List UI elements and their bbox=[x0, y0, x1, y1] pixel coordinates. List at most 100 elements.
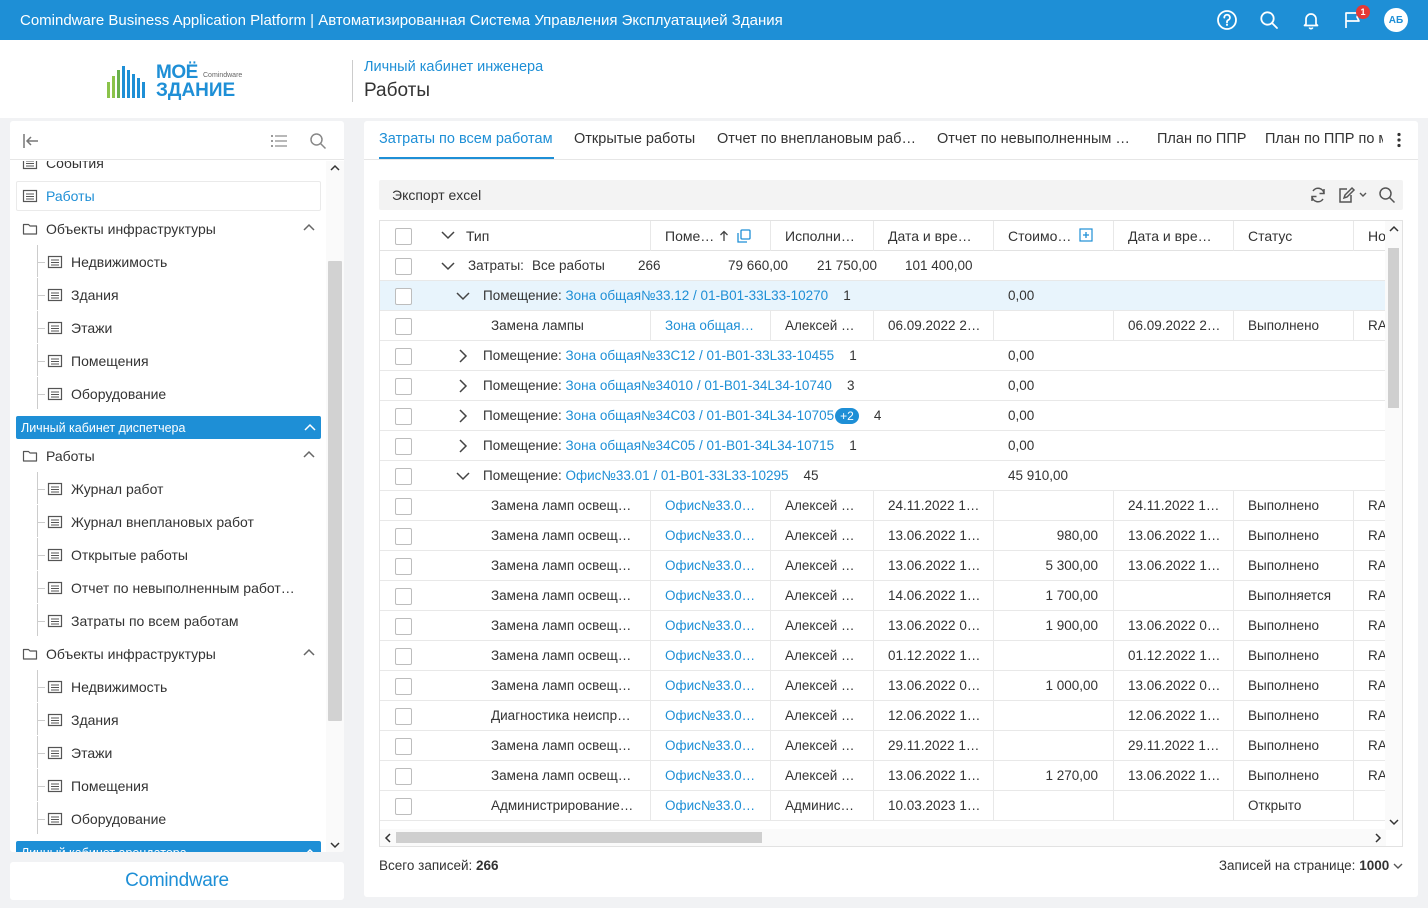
chevron-up-icon[interactable] bbox=[304, 423, 316, 431]
group-row[interactable]: Помещение: Зона общая№34010 / 01-B01-34L… bbox=[380, 371, 1386, 401]
row-checkbox[interactable] bbox=[395, 768, 412, 785]
sidebar-item[interactable]: Работы bbox=[16, 441, 321, 471]
table-row[interactable]: Замена ламп освещ… Офис№33.0… Алексей … 01.… bbox=[380, 641, 1387, 671]
cell-room[interactable]: Офис№33.0… bbox=[650, 551, 770, 581]
chevron-down-icon[interactable] bbox=[441, 262, 455, 271]
table-row[interactable]: Замена ламп освещ… Офис№33.0… Алексей … 14.… bbox=[380, 581, 1387, 611]
row-checkbox[interactable] bbox=[395, 408, 412, 425]
row-checkbox[interactable] bbox=[395, 438, 412, 455]
col-type[interactable]: Тип bbox=[466, 221, 489, 251]
summary-row[interactable]: Затраты: Все работы 266 79 660,00 21 750… bbox=[380, 251, 1386, 281]
sidebar-item[interactable]: Помещения bbox=[16, 344, 321, 376]
edit-columns-icon[interactable] bbox=[1338, 186, 1370, 204]
collapse-all-icon[interactable] bbox=[441, 231, 455, 240]
col-date-start[interactable]: Дата и вре… bbox=[873, 221, 993, 251]
grid-vertical-scrollbar[interactable] bbox=[1385, 221, 1402, 830]
cell-room[interactable]: Офис№33.0… bbox=[650, 491, 770, 521]
bell-icon[interactable] bbox=[1290, 0, 1332, 40]
table-row[interactable]: Замена ламп освещ… Офис№33.0… Алексей … 24.… bbox=[380, 491, 1387, 521]
sidebar-item[interactable]: Объекты инфраструктуры bbox=[16, 639, 321, 669]
refresh-icon[interactable] bbox=[1309, 186, 1327, 204]
select-all-checkbox[interactable] bbox=[395, 228, 412, 245]
cell-room[interactable]: Офис№33.0… bbox=[650, 791, 770, 821]
row-checkbox[interactable] bbox=[395, 738, 412, 755]
group-row[interactable]: Помещение: Зона общая№33С12 / 01-B01-33L… bbox=[380, 341, 1386, 371]
row-checkbox[interactable] bbox=[395, 588, 412, 605]
chevron-down-icon[interactable] bbox=[1393, 863, 1403, 870]
grid-horizontal-scrollbar[interactable] bbox=[380, 829, 1386, 846]
sidebar-item[interactable]: Журнал внеплановых работ bbox=[16, 505, 321, 537]
grid-scroll-left-icon[interactable] bbox=[384, 833, 392, 843]
row-checkbox[interactable] bbox=[395, 558, 412, 575]
row-checkbox[interactable] bbox=[395, 798, 412, 815]
room-link[interactable]: Офис№33.01 / 01-B01-33L33-10295 bbox=[566, 468, 789, 483]
group-row[interactable]: Помещение: Офис№33.01 / 01-B01-33L33-102… bbox=[380, 461, 1386, 491]
chevron-up-icon[interactable] bbox=[303, 450, 315, 458]
row-checkbox[interactable] bbox=[395, 528, 412, 545]
sidebar-item[interactable]: Отчет по невыполненным работ… bbox=[16, 571, 321, 603]
table-row[interactable]: Администрирование… Офис№33.0… Админис… 10.0… bbox=[380, 791, 1386, 821]
page-size-selector[interactable]: Записей на странице: 1000 bbox=[1219, 858, 1403, 873]
row-checkbox[interactable] bbox=[395, 348, 412, 365]
room-link[interactable]: Зона общая№34010 / 01-B01-34L34-10740 bbox=[566, 378, 832, 393]
grid-scroll-down-icon[interactable] bbox=[1389, 818, 1399, 826]
table-row[interactable]: Замена ламп освещ… Офис№33.0… Алексей … 13.… bbox=[380, 761, 1387, 791]
table-row[interactable]: Замена ламп освещ… Офис№33.0… Алексей … 13.… bbox=[380, 671, 1387, 701]
row-checkbox[interactable] bbox=[395, 648, 412, 665]
sidebar-scrollbar[interactable] bbox=[326, 161, 344, 852]
sidebar-item[interactable]: Журнал работ bbox=[16, 472, 321, 504]
row-checkbox[interactable] bbox=[395, 708, 412, 725]
grid-scroll-right-icon[interactable] bbox=[1374, 833, 1382, 843]
chevron-up-icon[interactable] bbox=[303, 223, 315, 231]
copy-icon[interactable] bbox=[737, 229, 751, 243]
group-row[interactable]: Помещение: Зона общая№34С05 / 01-B01-34L… bbox=[380, 431, 1386, 461]
col-room[interactable]: Поме… bbox=[650, 221, 770, 251]
table-row[interactable]: Замена ламп освещ… Офис№33.0… Алексей … 13.… bbox=[380, 551, 1387, 581]
sidebar-item[interactable]: Недвижимость bbox=[16, 670, 321, 702]
cell-room[interactable]: Зона общая… bbox=[650, 311, 770, 341]
sidebar-item[interactable]: События bbox=[16, 161, 321, 178]
chevron-right-icon[interactable] bbox=[459, 409, 468, 423]
scroll-down-icon[interactable] bbox=[330, 841, 340, 849]
row-checkbox[interactable] bbox=[395, 678, 412, 695]
row-checkbox[interactable] bbox=[395, 468, 412, 485]
col-cost[interactable]: Стоимо… bbox=[993, 221, 1113, 251]
sidebar-section-header[interactable]: Личный кабинет арендатора bbox=[16, 841, 321, 852]
grid-scroll-up-icon[interactable] bbox=[1389, 225, 1399, 233]
sidebar-search-icon[interactable] bbox=[309, 132, 327, 150]
chevron-up-icon[interactable] bbox=[304, 848, 316, 852]
chevron-right-icon[interactable] bbox=[459, 439, 468, 453]
sidebar-item[interactable]: Работы bbox=[16, 181, 321, 211]
sidebar-item[interactable]: Помещения bbox=[16, 769, 321, 801]
row-checkbox[interactable] bbox=[395, 498, 412, 515]
grid-search-icon[interactable] bbox=[1378, 186, 1396, 204]
sidebar-item[interactable]: Здания bbox=[16, 278, 321, 310]
help-icon[interactable] bbox=[1206, 0, 1248, 40]
row-checkbox[interactable] bbox=[395, 378, 412, 395]
chevron-up-icon[interactable] bbox=[303, 648, 315, 656]
group-row[interactable]: Помещение: Зона общая№33.12 / 01-B01-33L… bbox=[380, 281, 1386, 311]
sidebar-item[interactable]: Открытые работы bbox=[16, 538, 321, 570]
sidebar-item[interactable]: Объекты инфраструктуры bbox=[16, 214, 321, 244]
table-row[interactable]: Замена ламп освещ… Офис№33.0… Алексей … 29.… bbox=[380, 731, 1387, 761]
table-row[interactable]: Замена ламп освещ… Офис№33.0… Алексей … 13.… bbox=[380, 521, 1387, 551]
chevron-right-icon[interactable] bbox=[459, 349, 468, 363]
scroll-up-icon[interactable] bbox=[330, 164, 340, 172]
tab-ppr-plan-by[interactable]: План по ППР по м bbox=[1265, 131, 1383, 147]
table-row[interactable]: Замена лампы Зона общая… Алексей … 06.09.20… bbox=[380, 311, 1387, 341]
chevron-down-icon[interactable] bbox=[456, 472, 470, 481]
sidebar-item[interactable]: Этажи bbox=[16, 311, 321, 343]
sidebar-item[interactable]: Оборудование bbox=[16, 802, 321, 834]
cell-room[interactable]: Офис№33.0… bbox=[650, 731, 770, 761]
sidebar-item[interactable]: Здания bbox=[16, 703, 321, 735]
col-status[interactable]: Статус bbox=[1233, 221, 1353, 251]
row-checkbox[interactable] bbox=[395, 258, 412, 275]
group-row[interactable]: Помещение: Зона общая№34С03 / 01-B01-34L… bbox=[380, 401, 1386, 431]
more-badge[interactable]: +2 bbox=[835, 408, 859, 425]
cell-room[interactable]: Офис№33.0… bbox=[650, 671, 770, 701]
sort-asc-icon[interactable] bbox=[719, 230, 729, 242]
cell-room[interactable]: Офис№33.0… bbox=[650, 581, 770, 611]
cell-room[interactable]: Офис№33.0… bbox=[650, 521, 770, 551]
breadcrumb[interactable]: Личный кабинет инженера bbox=[364, 59, 543, 75]
sidebar-item[interactable]: Недвижимость bbox=[16, 245, 321, 277]
